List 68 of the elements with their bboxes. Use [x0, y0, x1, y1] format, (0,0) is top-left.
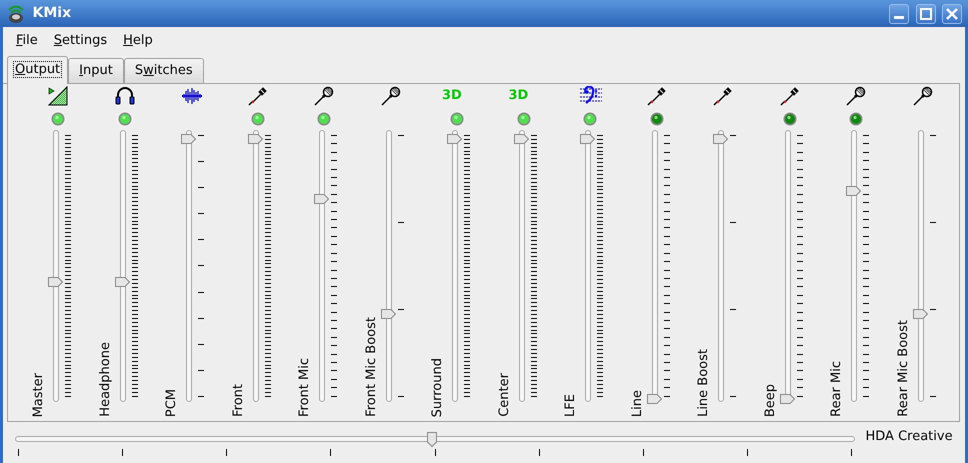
channel-label: Headphone	[96, 342, 114, 417]
volume-slider[interactable]	[47, 130, 64, 402]
led-indicator[interactable]	[51, 112, 65, 126]
plug-icon	[780, 86, 800, 106]
led-indicator[interactable]	[250, 112, 264, 126]
maximize-icon	[920, 8, 932, 20]
led-indicator[interactable]	[650, 112, 664, 126]
channel-label: Front Mic	[296, 358, 313, 417]
menu-item[interactable]: File	[12, 29, 42, 53]
led-indicator[interactable]	[317, 112, 331, 126]
volume-slider[interactable]	[380, 130, 396, 402]
led-indicator[interactable]	[450, 112, 464, 126]
microphone-icon	[912, 86, 932, 106]
close-button[interactable]	[942, 4, 962, 24]
channel-label: Front Mic Boost	[362, 317, 380, 417]
menu-item[interactable]: Settings	[50, 29, 112, 53]
channel-label: Line Boost	[695, 349, 712, 417]
volume-slider[interactable]	[845, 130, 862, 402]
tab[interactable]: Switches	[124, 58, 204, 83]
channel-label: Beep	[762, 384, 778, 417]
3d-label: 3D	[442, 88, 462, 103]
volume-slider[interactable]	[446, 130, 463, 402]
minimize-icon	[894, 16, 904, 20]
volume-slider[interactable]	[246, 130, 264, 402]
channel-label: Master	[30, 372, 47, 417]
microphone-icon	[314, 86, 334, 106]
slider-thumb[interactable]	[426, 430, 438, 447]
led-indicator[interactable]	[118, 112, 132, 126]
channel-label: Front	[230, 384, 246, 417]
volume-slider[interactable]	[646, 130, 662, 402]
waveform-icon	[181, 86, 203, 106]
menu-item[interactable]: Help	[119, 29, 157, 53]
3d-label: 3D	[508, 88, 528, 103]
channel-label: Rear Mic Boost	[894, 320, 912, 417]
volume-slider[interactable]	[512, 130, 530, 402]
channel-label: PCM	[163, 388, 180, 417]
plug-icon	[248, 86, 268, 106]
led-indicator[interactable]	[583, 112, 597, 126]
window-title: KMix	[32, 4, 72, 23]
volume-slider[interactable]	[912, 130, 928, 402]
volume-slider[interactable]	[180, 130, 197, 402]
channel-label: LFE	[562, 394, 579, 417]
channel-label: Line	[628, 390, 646, 417]
volume-slider[interactable]	[114, 130, 130, 402]
led-indicator[interactable]	[516, 112, 530, 126]
bass-clef-icon	[580, 86, 602, 104]
tab[interactable]: Input	[68, 58, 124, 83]
minimize-button[interactable]	[889, 4, 909, 24]
device-label: HDA Creative	[866, 428, 953, 446]
microphone-icon	[846, 86, 866, 106]
led-indicator[interactable]	[782, 112, 796, 126]
led-indicator[interactable]	[849, 112, 863, 126]
speaker-icon	[6, 4, 26, 24]
close-icon	[946, 8, 958, 20]
volume-slider[interactable]	[579, 130, 596, 402]
maximize-button[interactable]	[916, 4, 936, 24]
volume-slider[interactable]	[778, 130, 796, 402]
volume-slider[interactable]	[313, 130, 330, 402]
plug-icon	[713, 86, 733, 106]
channel-label: Center	[496, 373, 512, 417]
headphones-icon	[114, 86, 134, 106]
tab[interactable]: Output	[7, 56, 68, 84]
volume-slider[interactable]	[712, 130, 729, 402]
volume-icon	[48, 86, 68, 106]
plug-icon	[646, 86, 666, 106]
channel-label: Surround	[429, 358, 446, 417]
microphone-icon	[380, 86, 400, 106]
channel-label: Rear Mic	[828, 361, 845, 417]
